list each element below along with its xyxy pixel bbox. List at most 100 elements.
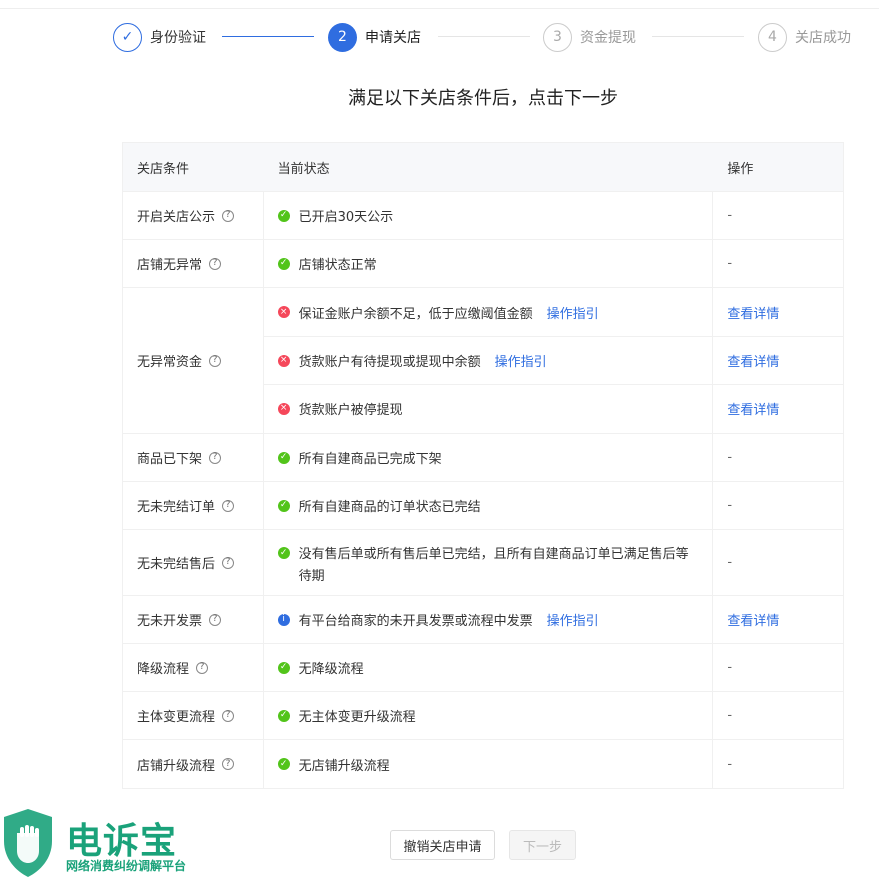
watermark-subtitle: 网络消费纠纷调解平台	[66, 859, 187, 873]
table-row: 商品已下架? ✓ 所有自建商品已完成下架 -	[123, 433, 843, 481]
table-row: 无未完结售后? ✓ 没有售后单或所有售后单已完结，且所有自建商品订单已满足售后等待…	[123, 529, 843, 595]
step-identity-verification: ✓ 身份验证	[113, 22, 206, 52]
help-icon[interactable]: ?	[222, 709, 235, 722]
action-cell: -	[727, 256, 733, 271]
action-cell: -	[727, 208, 733, 223]
next-step-button[interactable]: 下一步	[509, 830, 576, 860]
condition-cell: 主体变更流程?	[123, 692, 264, 739]
help-icon[interactable]: ?	[222, 758, 235, 770]
help-icon[interactable]: ?	[209, 354, 222, 367]
action-item: 查看详情	[713, 288, 843, 336]
table-row: 降级流程? ✓ 无降级流程 -	[123, 643, 843, 691]
table-row: 无未开发票? i 有平台给商家的未开具发票或流程中发票 操作指引 查看详情	[123, 595, 843, 643]
view-details-link[interactable]: 查看详情	[727, 610, 779, 629]
view-details-link[interactable]: 查看详情	[727, 351, 779, 370]
step-apply-close: 2 申请关店	[328, 22, 421, 52]
help-icon[interactable]: ?	[222, 556, 235, 569]
success-icon: ✓	[277, 257, 290, 270]
condition-cell: 商品已下架?	[123, 434, 264, 481]
status-item: × 货款账户有待提现或提现中余额 操作指引	[263, 336, 713, 384]
view-details-link[interactable]: 查看详情	[727, 303, 779, 322]
error-icon: ×	[277, 306, 290, 318]
status-cell: ✓ 所有自建商品的订单状态已完结	[264, 482, 714, 529]
help-icon[interactable]: ?	[209, 257, 222, 270]
action-cell: -	[727, 450, 733, 465]
status-item: × 保证金账户余额不足，低于应缴阈值金额 操作指引	[264, 288, 713, 336]
table-row: 店铺无异常? ✓ 店铺状态正常 -	[123, 239, 843, 287]
step-close-success: 4 关店成功	[758, 22, 851, 52]
help-icon[interactable]: ?	[222, 209, 235, 222]
table-row: 店铺升级流程? ✓ 无店铺升级流程 -	[123, 739, 843, 788]
success-icon: ✓	[277, 451, 290, 464]
help-icon[interactable]: ?	[209, 451, 222, 464]
action-cell-group: 查看详情 查看详情 查看详情	[713, 288, 843, 433]
step-label: 关店成功	[795, 30, 851, 46]
help-icon[interactable]: ?	[196, 661, 209, 674]
cancel-close-application-button[interactable]: 撤销关店申请	[390, 830, 495, 860]
step-connector	[652, 36, 744, 37]
header-action: 操作	[727, 161, 754, 177]
condition-cell: 降级流程?	[123, 644, 264, 691]
table-row: 无未完结订单? ✓ 所有自建商品的订单状态已完结 -	[123, 481, 843, 529]
step-connector	[438, 36, 530, 37]
success-icon: ✓	[277, 758, 290, 770]
close-conditions-table: 关店条件 当前状态 操作 开启关店公示? ✓ 已开启30天公示 - 店铺无异常? …	[122, 142, 844, 789]
condition-cell: 无异常资金?	[123, 288, 264, 433]
help-icon[interactable]: ?	[222, 499, 235, 512]
action-cell: -	[727, 498, 733, 513]
condition-cell: 无未开发票?	[123, 596, 264, 643]
condition-cell: 店铺升级流程?	[123, 740, 264, 788]
success-icon: ✓	[277, 499, 290, 512]
step-label: 身份验证	[150, 30, 206, 46]
step-progress: ✓ 身份验证 2 申请关店 3 资金提现 4 关店成功	[0, 0, 879, 72]
guide-link[interactable]: 操作指引	[547, 610, 599, 629]
status-cell: ✓ 无降级流程	[264, 644, 714, 691]
step-connector	[222, 36, 314, 37]
action-cell: -	[727, 660, 733, 675]
page-headline: 满足以下关店条件后，点击下一步	[348, 88, 618, 109]
success-icon: ✓	[277, 709, 290, 722]
status-cell: ✓ 无主体变更升级流程	[264, 692, 714, 739]
header-status: 当前状态	[277, 161, 330, 177]
step-number: 2	[328, 22, 357, 52]
success-icon: ✓	[277, 209, 290, 222]
guide-link[interactable]: 操作指引	[547, 303, 599, 322]
error-icon: ×	[277, 354, 290, 367]
table-header: 关店条件 当前状态 操作	[123, 143, 843, 191]
help-icon[interactable]: ?	[209, 613, 222, 626]
status-cell: ✓ 没有售后单或所有售后单已完结，且所有自建商品订单已满足售后等待期	[264, 530, 714, 595]
status-cell: ✓ 店铺状态正常	[264, 240, 714, 287]
condition-cell: 店铺无异常?	[123, 240, 264, 287]
status-cell: ✓ 已开启30天公示	[264, 192, 714, 239]
view-details-link[interactable]: 查看详情	[727, 399, 779, 418]
check-icon: ✓	[113, 22, 142, 52]
status-item: × 货款账户被停提现	[263, 384, 713, 432]
step-number: 3	[543, 22, 572, 52]
action-cell: -	[727, 708, 733, 723]
guide-link[interactable]: 操作指引	[495, 351, 547, 370]
action-item: 查看详情	[713, 384, 843, 432]
table-row: 主体变更流程? ✓ 无主体变更升级流程 -	[123, 691, 843, 739]
status-cell: ✓ 无店铺升级流程	[264, 740, 714, 788]
step-withdraw-funds: 3 资金提现	[543, 22, 636, 52]
step-number: 4	[758, 22, 787, 52]
header-condition: 关店条件	[137, 161, 190, 177]
step-label: 资金提现	[580, 30, 636, 46]
step-label: 申请关店	[365, 30, 421, 46]
error-icon: ×	[277, 402, 290, 415]
success-icon: ✓	[277, 661, 290, 674]
condition-cell: 无未完结售后?	[123, 530, 264, 595]
condition-cell: 开启关店公示?	[123, 192, 264, 239]
condition-cell: 无未完结订单?	[123, 482, 264, 529]
action-item: 查看详情	[713, 336, 843, 384]
table-row: 开启关店公示? ✓ 已开启30天公示 -	[123, 191, 843, 239]
success-icon: ✓	[277, 547, 290, 559]
info-icon: i	[277, 613, 290, 626]
table-row: 无异常资金? × 保证金账户余额不足，低于应缴阈值金额 操作指引 × 货款账户有待提现…	[123, 287, 843, 433]
status-cell-group: × 保证金账户余额不足，低于应缴阈值金额 操作指引 × 货款账户有待提现或提现中余额操…	[263, 288, 714, 433]
action-cell: -	[727, 756, 733, 772]
status-cell: i 有平台给商家的未开具发票或流程中发票 操作指引	[264, 596, 714, 643]
action-cell: -	[727, 555, 733, 570]
status-cell: ✓ 所有自建商品已完成下架	[264, 434, 714, 481]
action-cell: 查看详情	[713, 596, 843, 643]
